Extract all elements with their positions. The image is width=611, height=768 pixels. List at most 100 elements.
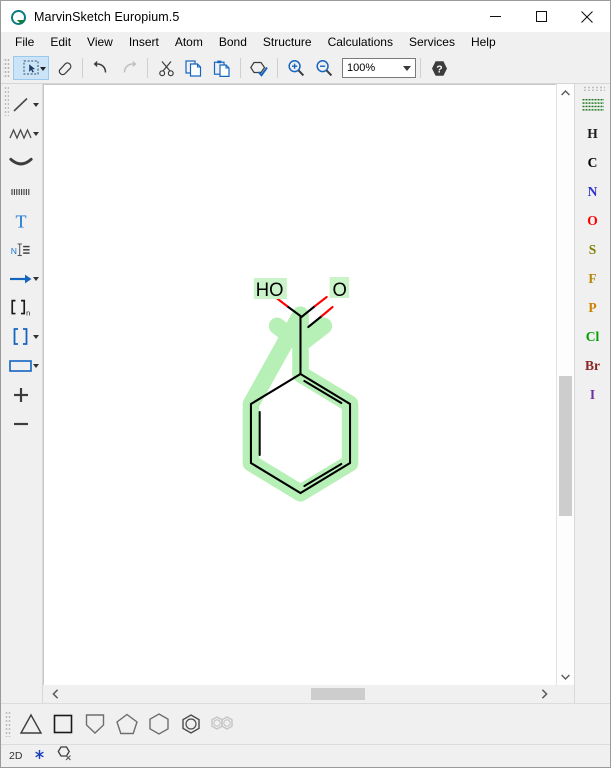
selection-dropdown-caret[interactable] [40,67,46,71]
triangle-icon [18,712,44,736]
element-button-cl[interactable]: Cl [578,322,608,351]
cyclopentane-template[interactable] [111,708,143,740]
maximize-icon[interactable] [518,1,564,32]
menu-bond[interactable]: Bond [211,32,255,53]
rectangle-icon [9,356,33,376]
element-button-n[interactable]: N [578,177,608,206]
zoom-out-button[interactable] [311,56,337,80]
add-charge-tool[interactable] [3,380,41,409]
naphthalene-template [207,708,239,740]
arrow-dropdown-caret[interactable] [33,277,39,281]
menu-insert[interactable]: Insert [121,32,167,53]
cyclopentadiene-template[interactable] [79,708,111,740]
zoom-level-combobox[interactable]: 100% [342,58,416,78]
menu-edit[interactable]: Edit [42,32,79,53]
arc-tool[interactable] [3,148,41,177]
element-button-f[interactable]: F [578,264,608,293]
chain-tool[interactable] [3,119,41,148]
toolbar-separator [147,58,148,78]
scroll-right-icon[interactable] [536,685,553,703]
scroll-down-icon[interactable] [557,668,574,685]
zoom-in-button[interactable] [283,56,309,80]
undo-button[interactable] [88,56,114,80]
horizontal-scroll-thumb[interactable] [311,688,365,700]
cut-button[interactable] [153,56,179,80]
structure-x-icon[interactable] [57,746,73,766]
single-bond-dropdown-caret[interactable] [33,103,39,107]
canvas-area: HO O [43,84,574,703]
repeating-bracket-tool[interactable]: n [3,293,41,322]
menu-structure[interactable]: Structure [255,32,320,53]
selection-tool[interactable] [13,56,49,80]
dimension-label[interactable]: 2D [9,750,22,762]
menu-calculations[interactable]: Calculations [320,32,401,53]
remove-charge-tool[interactable] [3,409,41,438]
menu-services[interactable]: Services [401,32,463,53]
scroll-up-icon[interactable] [557,84,574,101]
bracket-tool[interactable] [3,322,41,351]
chevron-down-icon[interactable] [403,66,411,71]
arrow-tool[interactable] [3,264,41,293]
help-button[interactable]: ? [426,56,452,80]
svg-text:N: N [10,245,16,255]
menu-file[interactable]: File [7,32,42,53]
menu-help[interactable]: Help [463,32,504,53]
template-toolbar-grip[interactable] [5,711,11,737]
cyclohexane-template[interactable] [143,708,175,740]
text-tool[interactable]: T [3,206,41,235]
eraser-tool[interactable] [51,56,77,80]
periodic-table-button[interactable] [578,90,608,119]
paste-button[interactable] [209,56,235,80]
benzene-ring-icon [179,712,203,736]
element-button-i[interactable]: I [578,380,608,409]
menu-atom[interactable]: Atom [167,32,211,53]
toolbar-grip[interactable] [3,57,10,79]
svg-text:?: ? [436,63,442,75]
left-tool-palette: T N [1,84,43,703]
hash-tool[interactable] [3,177,41,206]
template-toolbar [1,703,610,744]
menu-view[interactable]: View [79,32,121,53]
toolbar-separator [277,58,278,78]
rectangle-tool[interactable] [3,351,41,380]
minimize-icon[interactable] [472,1,518,32]
cyclobutane-template[interactable] [47,708,79,740]
comb-hash-icon [9,182,33,202]
canvas-vertical-scrollbar[interactable] [556,84,574,685]
close-icon[interactable] [564,1,610,32]
bracket-n-icon: n [9,298,33,318]
structure-check-button[interactable] [246,56,272,80]
vertical-scroll-thumb[interactable] [559,376,572,516]
element-button-br[interactable]: Br [578,351,608,380]
redo-button[interactable] [116,56,142,80]
structure-canvas[interactable]: HO O [43,84,556,685]
workspace: T N [1,84,610,703]
element-button-c[interactable]: C [578,148,608,177]
horizontal-scrollbar-row [43,685,574,703]
bracket-dropdown-caret[interactable] [33,335,39,339]
canvas-row: HO O [43,84,574,685]
canvas-horizontal-scrollbar[interactable] [43,685,557,703]
chirality-asterisk-icon[interactable] [34,747,45,765]
element-button-h[interactable]: H [578,119,608,148]
element-palette-grip[interactable] [583,86,605,91]
element-button-o[interactable]: O [578,206,608,235]
marvinsketch-logo-icon [10,9,26,25]
cyclopropane-template[interactable] [15,708,47,740]
pentagon-icon [115,712,139,736]
rectangle-dropdown-caret[interactable] [33,364,39,368]
atom-label-o: O [333,279,347,300]
main-toolbar: 100% ? [1,53,610,84]
status-bar: 2D [1,744,610,767]
element-button-s[interactable]: S [578,235,608,264]
scroll-left-icon[interactable] [47,685,64,703]
copy-button[interactable] [181,56,207,80]
atom-label-tool[interactable]: N [3,235,41,264]
minus-icon [9,414,33,434]
single-bond-tool[interactable] [3,90,41,119]
plus-icon [9,385,33,405]
element-button-p[interactable]: P [578,293,608,322]
molecule-drawing[interactable]: HO O [44,85,556,685]
benzene-template[interactable] [175,708,207,740]
chain-dropdown-caret[interactable] [33,132,39,136]
